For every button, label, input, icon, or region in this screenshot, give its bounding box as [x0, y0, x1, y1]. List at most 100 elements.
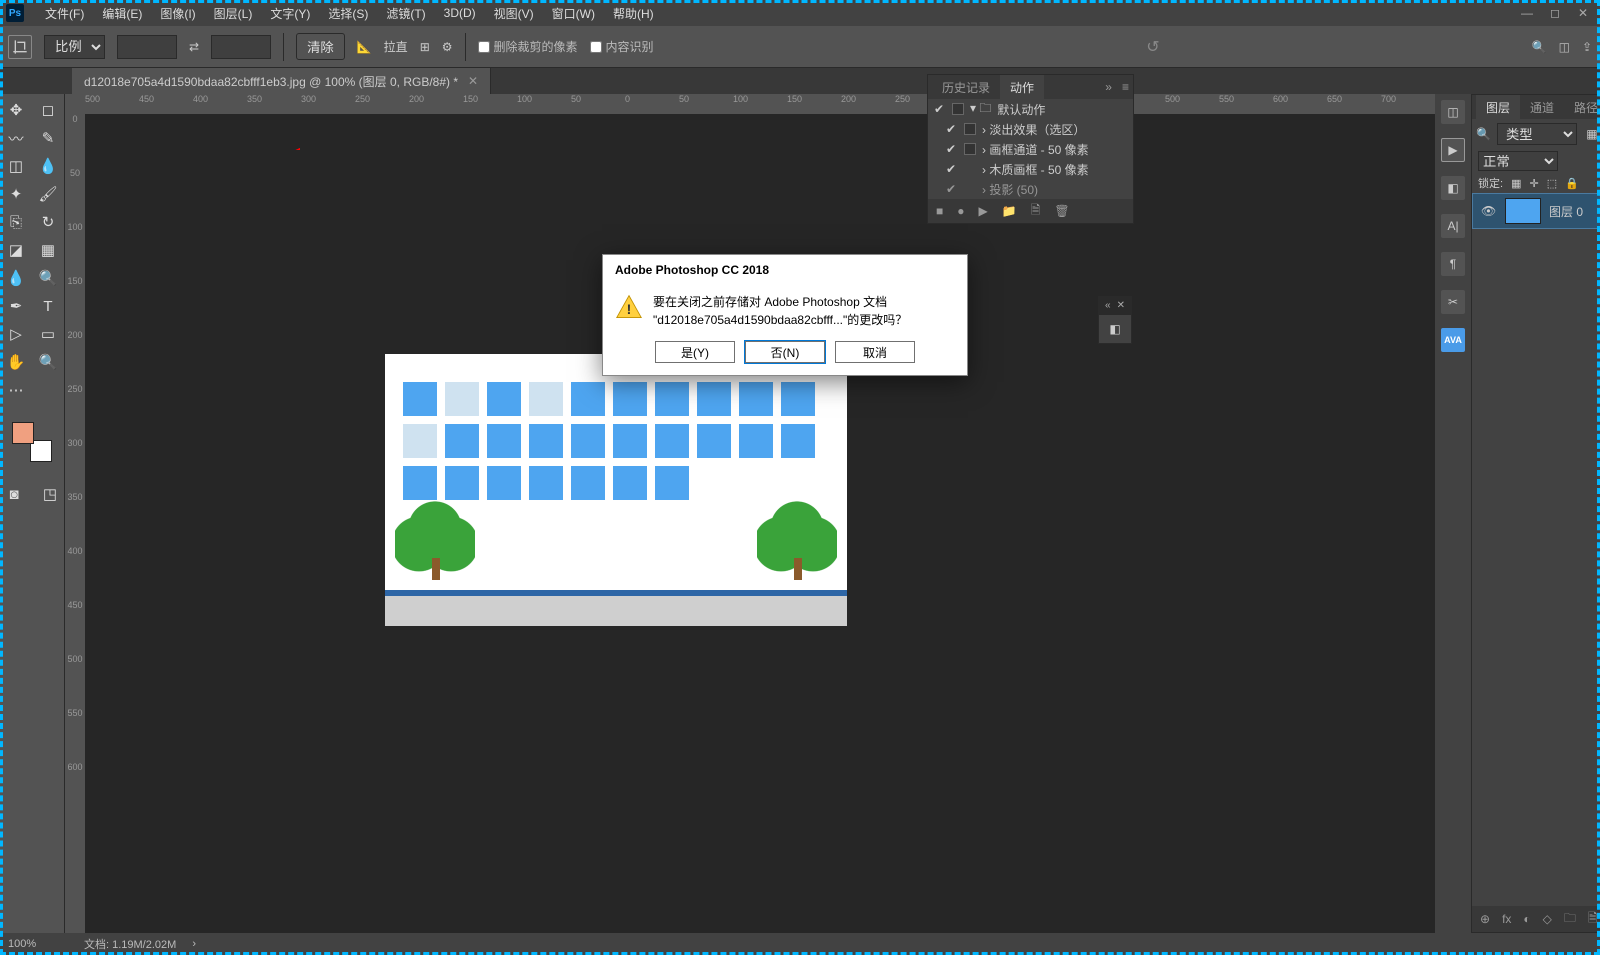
share-icon[interactable]: ⇪ — [1582, 40, 1592, 54]
blend-mode-select[interactable]: 正常 — [1478, 151, 1558, 171]
mini-panel-icon[interactable]: ◧ — [1098, 314, 1132, 344]
collapse-icon[interactable]: » — [1105, 80, 1112, 94]
grid-icon[interactable]: ⊞ — [420, 40, 430, 54]
action-item[interactable]: ✔› 淡出效果（选区） — [928, 119, 1133, 139]
action-item[interactable]: ✔› 投影 (50) — [928, 179, 1133, 199]
maximize-icon[interactable]: ◻ — [1544, 4, 1566, 22]
dodge-tool[interactable]: 🔍 — [34, 266, 62, 290]
panel-mini-ava-icon[interactable]: AVA — [1441, 328, 1465, 352]
menu-edit[interactable]: 编辑(E) — [93, 0, 151, 26]
eraser-tool[interactable]: ◪ — [2, 238, 30, 262]
panel-mini-properties-icon[interactable]: ◧ — [1441, 176, 1465, 200]
panel-mini-adjust-icon[interactable]: ✂ — [1441, 290, 1465, 314]
delete-action-icon[interactable]: 🗑 — [1054, 204, 1069, 218]
ratio-height-input[interactable] — [211, 35, 271, 59]
straighten-icon[interactable]: 📐 — [357, 40, 372, 54]
mini-panel-header[interactable]: «✕ — [1098, 296, 1132, 314]
group-icon[interactable]: 🗀 — [1564, 909, 1576, 930]
menu-type[interactable]: 文字(Y) — [261, 0, 319, 26]
action-item[interactable]: ✔› 画框通道 - 50 像素 — [928, 139, 1133, 159]
new-layer-icon[interactable]: 🗎 — [1588, 909, 1598, 930]
swap-icon[interactable]: ⇄ — [189, 40, 199, 54]
undo-icon[interactable]: ↺ — [1146, 37, 1159, 57]
dialog-yes-button[interactable]: 是(Y) — [655, 341, 735, 363]
menu-select[interactable]: 选择(S) — [319, 0, 377, 26]
foreground-color-swatch[interactable] — [12, 422, 34, 444]
stop-icon[interactable]: ■ — [936, 204, 943, 218]
menu-help[interactable]: 帮助(H) — [604, 0, 663, 26]
lock-pixel-icon[interactable]: ⬚ — [1547, 177, 1557, 190]
brush-tool[interactable]: 🖌 — [34, 182, 62, 206]
lock-lock-icon[interactable]: 🔒 — [1565, 177, 1579, 190]
marquee-tool[interactable]: ◻ — [34, 98, 62, 122]
tab-history[interactable]: 历史记录 — [932, 75, 1000, 100]
search-icon[interactable]: 🔍 — [1532, 40, 1547, 54]
action-item[interactable]: ✔› 木质画框 - 50 像素 — [928, 159, 1133, 179]
menu-window[interactable]: 窗口(W) — [543, 0, 604, 26]
minimize-icon[interactable]: — — [1516, 4, 1538, 22]
action-folder-default[interactable]: ✔▾ 🗀默认动作 — [928, 99, 1133, 119]
rectangle-tool[interactable]: ▭ — [34, 322, 62, 346]
tab-paths[interactable]: 路径 — [1564, 95, 1600, 120]
zoom-tool[interactable]: 🔍 — [34, 350, 62, 374]
hand-tool[interactable]: ✋ — [2, 350, 30, 374]
new-action-icon[interactable]: 🗎 — [1031, 201, 1041, 222]
color-swatches[interactable] — [12, 422, 52, 462]
close-icon[interactable]: ✕ — [1572, 4, 1594, 22]
blur-tool[interactable]: 💧 — [2, 266, 30, 290]
lasso-tool[interactable]: 〰 — [2, 126, 30, 150]
more-tools[interactable]: ⋯ — [2, 378, 30, 402]
panel-menu-icon[interactable]: ≡ — [1122, 80, 1129, 94]
menu-filter[interactable]: 滤镜(T) — [377, 0, 434, 26]
eyedropper-tool[interactable]: 💧 — [34, 154, 62, 178]
tab-actions[interactable]: 动作 — [1000, 75, 1044, 100]
record-icon[interactable]: ● — [957, 204, 964, 218]
tab-close-icon[interactable]: ✕ — [468, 74, 478, 88]
panel-mini-play-icon[interactable]: ▶ — [1441, 138, 1465, 162]
layer-thumbnail[interactable] — [1505, 198, 1541, 224]
ratio-select[interactable]: 比例 — [44, 35, 105, 59]
gear-icon[interactable]: ⚙ — [442, 40, 453, 54]
panel-mini-character-icon[interactable]: A| — [1441, 214, 1465, 238]
content-aware-checkbox[interactable]: 内容识别 — [590, 38, 654, 55]
panel-mini-paragraph-icon[interactable]: ¶ — [1441, 252, 1465, 276]
dialog-no-button[interactable]: 否(N) — [745, 341, 825, 363]
menu-view[interactable]: 视图(V) — [485, 0, 543, 26]
ratio-width-input[interactable] — [117, 35, 177, 59]
menu-3d[interactable]: 3D(D) — [435, 0, 485, 26]
layer-visibility-icon[interactable]: 👁 — [1481, 204, 1497, 218]
screen-mode-icon[interactable]: ◳ — [36, 482, 64, 506]
quick-mask-icon[interactable]: ◙ — [0, 482, 28, 506]
clear-button[interactable]: 清除 — [296, 33, 345, 60]
menu-layer[interactable]: 图层(L) — [205, 0, 262, 26]
mask-icon[interactable]: ◐ — [1523, 912, 1530, 926]
clone-tool[interactable]: ⎘ — [2, 210, 30, 234]
dialog-cancel-button[interactable]: 取消 — [835, 341, 915, 363]
path-select-tool[interactable]: ▷ — [2, 322, 30, 346]
adjustment-icon[interactable]: ◇ — [1543, 912, 1552, 926]
filter-pixel-icon[interactable]: ▦ — [1583, 125, 1600, 143]
lock-all-icon[interactable]: ▦ — [1511, 177, 1521, 190]
fx-icon[interactable]: fx — [1502, 912, 1511, 926]
delete-cropped-checkbox[interactable]: 删除裁剪的像素 — [478, 38, 578, 55]
lock-pos-icon[interactable]: ✛ — [1529, 177, 1538, 190]
menu-image[interactable]: 图像(I) — [151, 0, 204, 26]
workspace-icon[interactable]: ◫ — [1559, 40, 1570, 54]
move-tool[interactable]: ✥ — [2, 98, 30, 122]
canvas[interactable] — [85, 114, 1435, 933]
new-set-icon[interactable]: 📁 — [1002, 204, 1017, 218]
gradient-tool[interactable]: ▦ — [34, 238, 62, 262]
zoom-value[interactable]: 100% — [8, 938, 68, 950]
doc-info-chevron[interactable]: › — [192, 938, 196, 950]
type-tool[interactable]: T — [34, 294, 62, 318]
document-tab[interactable]: d12018e705a4d1590bdaa82cbfff1eb3.jpg @ 1… — [72, 68, 491, 94]
quick-select-tool[interactable]: ✎ — [34, 126, 62, 150]
layer-item-0[interactable]: 👁 图层 0 — [1472, 193, 1600, 229]
crop-tool-icon[interactable] — [8, 35, 32, 59]
crop-tool[interactable]: ◫ — [2, 154, 30, 178]
spot-heal-tool[interactable]: ✦ — [2, 182, 30, 206]
tab-channels[interactable]: 通道 — [1520, 95, 1564, 120]
tab-layers[interactable]: 图层 — [1476, 95, 1520, 120]
link-layers-icon[interactable]: ⊕ — [1480, 912, 1490, 926]
pen-tool[interactable]: ✒ — [2, 294, 30, 318]
